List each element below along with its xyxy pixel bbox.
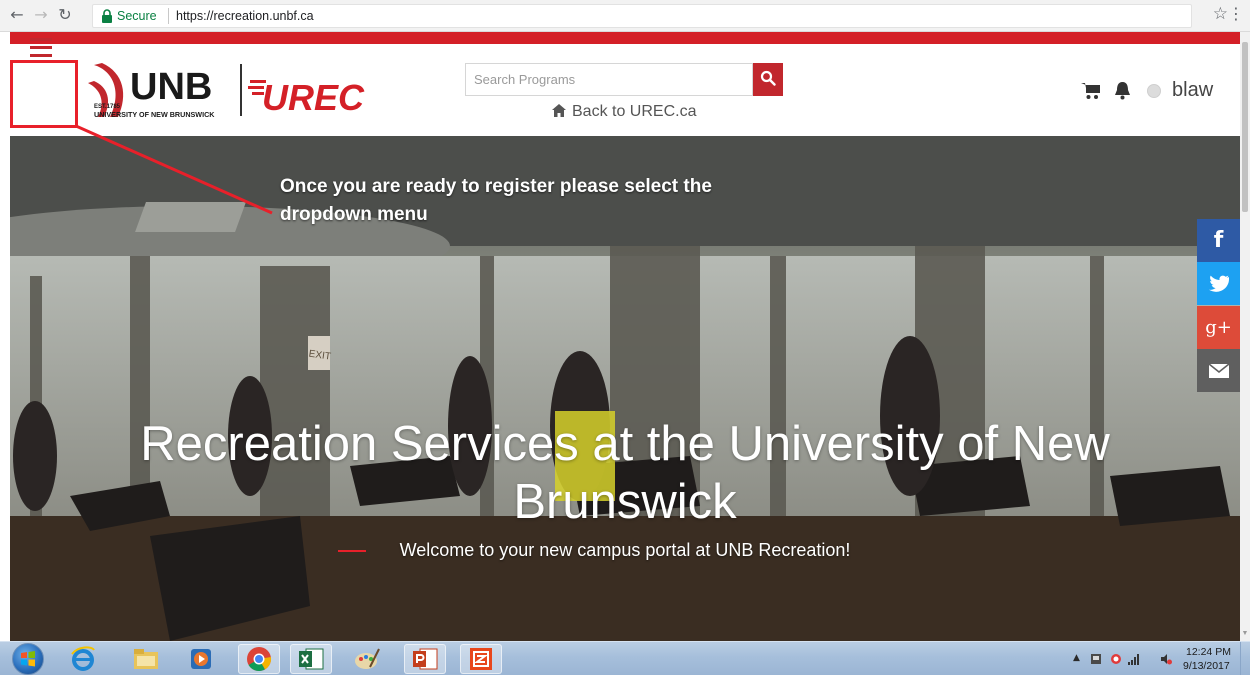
top-red-bar bbox=[10, 32, 1240, 44]
search-programs-input[interactable] bbox=[465, 63, 753, 96]
back-arrow-icon[interactable]: ← bbox=[8, 6, 26, 24]
urec-logo[interactable]: UREC bbox=[248, 66, 368, 118]
show-desktop-button[interactable] bbox=[1240, 642, 1250, 675]
search-icon bbox=[760, 70, 776, 86]
tray-expand-arrow-icon[interactable]: ▲ bbox=[1073, 653, 1080, 663]
instruction-annotation: Once you are ready to register please se… bbox=[280, 176, 712, 225]
media-player-icon bbox=[191, 649, 211, 669]
start-button[interactable] bbox=[12, 643, 44, 675]
bookmark-star-icon[interactable]: ☆ bbox=[1213, 5, 1228, 23]
scrollbar-thumb[interactable] bbox=[1242, 42, 1248, 212]
windows-logo-icon bbox=[21, 651, 35, 667]
unb-logo[interactable]: UNB EST.1785 UNIVERSITY OF NEW BRUNSWICK bbox=[84, 57, 234, 125]
back-link-text: Back to UREC.ca bbox=[572, 103, 697, 120]
unb-logo-text: UNB bbox=[130, 66, 212, 108]
menu-highlight-box bbox=[10, 60, 78, 128]
network-signal-icon[interactable] bbox=[1128, 653, 1140, 665]
forward-arrow-icon[interactable]: → bbox=[32, 6, 50, 24]
facebook-icon: f bbox=[1213, 228, 1224, 253]
paint-icon bbox=[355, 648, 380, 669]
tray-device-icon[interactable] bbox=[1090, 653, 1102, 665]
address-bar[interactable]: Secure https://recreation.unbf.ca bbox=[92, 4, 1192, 28]
taskbar-media-player[interactable] bbox=[180, 644, 222, 674]
app-icon bbox=[470, 648, 492, 670]
hero-title: Recreation Services at the University of… bbox=[140, 417, 1110, 529]
file-explorer-icon bbox=[134, 649, 158, 669]
google-plus-icon: g+ bbox=[1205, 317, 1232, 338]
search-button[interactable] bbox=[753, 63, 783, 96]
unb-subtitle-text: UNIVERSITY OF NEW BRUNSWICK bbox=[94, 110, 215, 119]
twitter-icon bbox=[1208, 275, 1229, 292]
cart-icon[interactable] bbox=[1081, 82, 1101, 100]
reload-icon[interactable]: ↻ bbox=[56, 6, 74, 24]
taskbar-excel[interactable] bbox=[290, 644, 332, 674]
home-icon bbox=[552, 104, 566, 117]
user-status-avatar[interactable] bbox=[1147, 84, 1161, 98]
taskbar-chrome[interactable] bbox=[238, 644, 280, 674]
taskbar-file-explorer[interactable] bbox=[125, 644, 167, 674]
hamburger-menu-icon[interactable] bbox=[28, 38, 54, 58]
browser-menu-icon[interactable]: ⋮ bbox=[1228, 5, 1244, 23]
taskbar-powerpoint[interactable] bbox=[404, 644, 446, 674]
excel-icon bbox=[299, 648, 324, 670]
chrome-icon bbox=[247, 647, 272, 672]
tray-sync-icon[interactable] bbox=[1110, 653, 1122, 665]
internet-explorer-icon bbox=[71, 646, 95, 671]
back-to-urec-link[interactable]: Back to UREC.ca bbox=[552, 103, 696, 121]
taskbar-app[interactable] bbox=[460, 644, 502, 674]
logo-divider bbox=[240, 64, 242, 116]
windows-taskbar: ▲ 12:24 PM 9/13/2017 bbox=[0, 641, 1250, 675]
bell-icon[interactable] bbox=[1114, 81, 1131, 100]
username-link[interactable]: blaw bbox=[1172, 79, 1213, 102]
hero-subtitle: Welcome to your new campus portal at UNB… bbox=[399, 540, 851, 560]
powerpoint-icon bbox=[413, 648, 438, 670]
taskbar-internet-explorer[interactable] bbox=[62, 644, 104, 674]
url-divider bbox=[168, 8, 169, 24]
taskbar-clock-date[interactable]: 9/13/2017 bbox=[1183, 660, 1230, 672]
volume-muted-icon[interactable] bbox=[1160, 653, 1172, 665]
secure-label: Secure bbox=[117, 9, 157, 23]
facebook-share-button[interactable]: f bbox=[1197, 219, 1240, 262]
google-plus-share-button[interactable]: g+ bbox=[1197, 306, 1240, 349]
scroll-down-arrow-icon[interactable]: ▼ bbox=[1241, 630, 1249, 637]
urec-logo-text: UREC bbox=[262, 77, 365, 118]
browser-toolbar: ← → ↻ Secure https://recreation.unbf.ca … bbox=[0, 0, 1250, 32]
lock-icon bbox=[102, 9, 112, 23]
taskbar-paint[interactable] bbox=[346, 644, 388, 674]
email-share-button[interactable] bbox=[1197, 349, 1240, 392]
twitter-share-button[interactable] bbox=[1197, 262, 1240, 305]
email-icon bbox=[1208, 363, 1229, 378]
taskbar-clock-time[interactable]: 12:24 PM bbox=[1186, 646, 1231, 658]
url-text[interactable]: https://recreation.unbf.ca bbox=[176, 9, 314, 23]
